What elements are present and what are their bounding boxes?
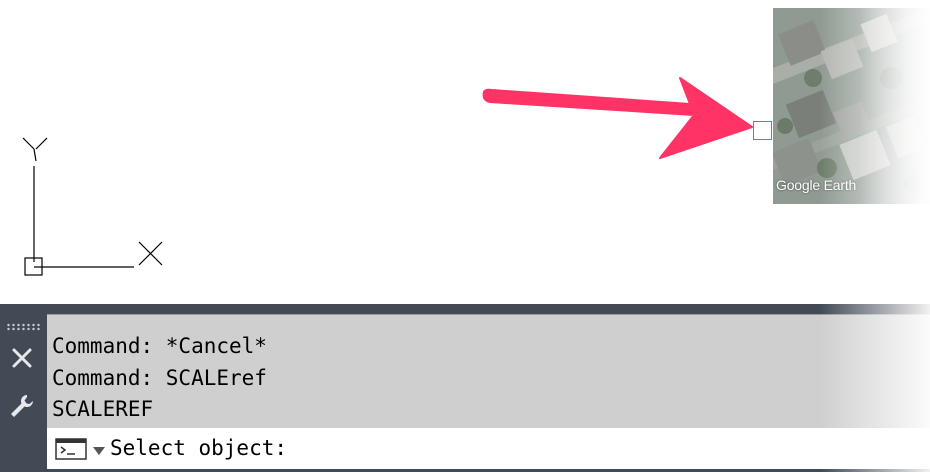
command-line-panel: Command: *Cancel* Command: SCALEref SCAL… xyxy=(0,304,930,472)
history-line: Command: *Cancel* xyxy=(52,334,267,358)
aerial-fade-overlay xyxy=(773,8,930,204)
history-line: Command: SCALEref xyxy=(52,366,267,390)
close-icon[interactable] xyxy=(10,346,34,370)
drawing-canvas[interactable]: Google Earth xyxy=(0,0,930,300)
command-prompt-text: Select object: xyxy=(110,436,288,460)
command-input[interactable]: Select object: xyxy=(47,428,930,469)
autocad-window: Google Earth Command: *Cancel* Command: … xyxy=(0,0,930,472)
selection-pickbox-cursor xyxy=(753,121,772,140)
command-line-sidebar xyxy=(0,304,47,472)
history-line: SCALEREF xyxy=(52,397,154,421)
command-history: Command: *Cancel* Command: SCALEref SCAL… xyxy=(47,314,930,428)
chevron-down-icon[interactable] xyxy=(92,446,106,456)
google-earth-watermark: Google Earth xyxy=(776,177,857,193)
grip-dots-icon[interactable] xyxy=(6,323,42,331)
aerial-image[interactable]: Google Earth xyxy=(773,8,930,204)
wrench-icon[interactable] xyxy=(8,392,36,420)
command-prompt-icon[interactable] xyxy=(55,438,87,460)
